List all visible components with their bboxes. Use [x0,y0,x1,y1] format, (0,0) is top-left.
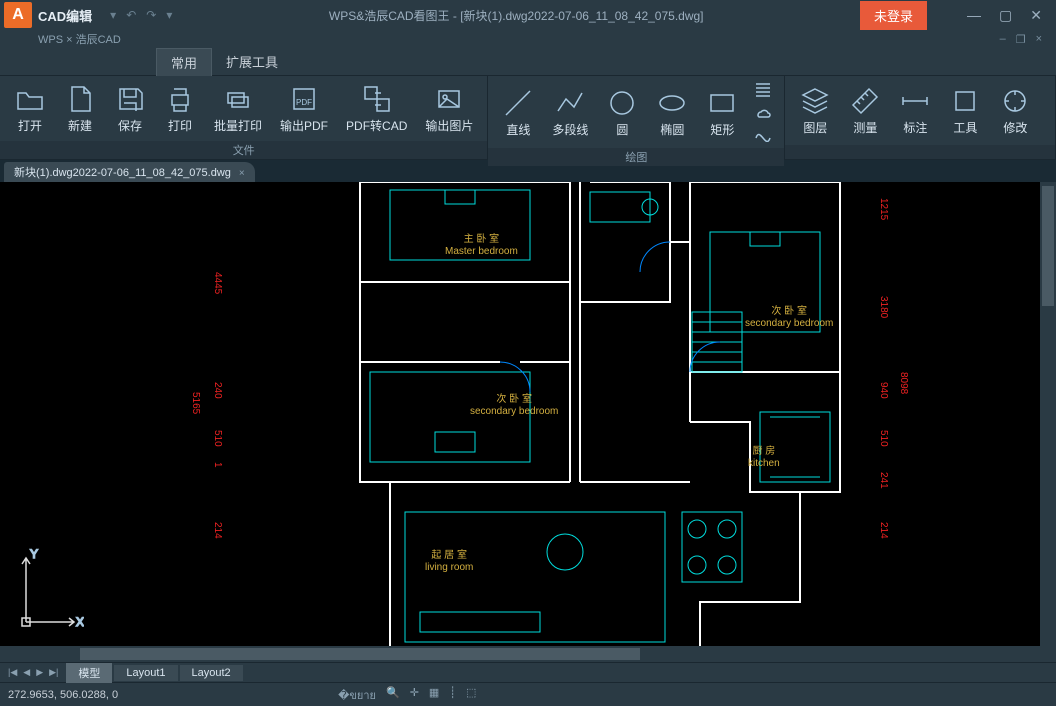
document-tab-close-icon[interactable]: × [239,168,245,179]
subtitle-bar: WPS × 浩辰CAD – ❐ × [0,30,1056,48]
annotate-button[interactable]: 标注 [891,83,939,138]
batch-print-button[interactable]: 批量打印 [206,81,270,136]
title-bar: A CAD编辑 ▾ ↶ ↷ ▾ WPS&浩辰CAD看图王 - [新块(1).dw… [0,0,1056,30]
spline-icon[interactable] [754,124,772,142]
tab-extend[interactable]: 扩展工具 [212,48,292,75]
maximize-icon[interactable]: ▢ [999,7,1012,24]
svg-text:X: X [76,615,84,629]
status-grid-icon[interactable]: ▦ [429,686,439,704]
redo-icon[interactable]: ↷ [146,8,156,22]
child-restore-icon[interactable]: ❐ [1016,33,1026,46]
minimize-icon[interactable]: — [967,7,981,24]
save-button[interactable]: 保存 [106,81,154,136]
rectangle-button[interactable]: 矩形 [698,85,746,140]
status-pan-icon[interactable]: �ขยาย [338,686,376,704]
export-image-button[interactable]: 输出图片 [417,81,481,136]
layout-next-icon[interactable]: ▶ [36,667,43,678]
ribbon-group-draw-label: 绘图 [488,148,784,166]
export-pdf-button[interactable]: PDF输出PDF [272,81,336,136]
undo-icon[interactable]: ↶ [126,8,136,22]
new-button[interactable]: 新建 [56,81,104,136]
app-subtitle: WPS × 浩辰CAD [38,31,121,47]
app-name: CAD编辑 [38,6,92,25]
status-ortho-icon[interactable]: ⬚ [466,686,476,704]
layout-tab-2[interactable]: Layout2 [180,665,243,681]
close-icon[interactable]: ✕ [1030,7,1042,24]
layout-tab-strip: |◀ ◀ ▶ ▶| 模型 Layout1 Layout2 [0,662,1056,682]
svg-text:PDF: PDF [296,98,312,107]
pdf-to-cad-button[interactable]: PDF转CAD [338,81,415,136]
status-snap-icon[interactable]: ✛ [410,686,419,704]
polyline-button[interactable]: 多段线 [544,85,596,140]
status-sep: ┊ [449,686,456,704]
layer-button[interactable]: 图层 [791,83,839,138]
tools-button[interactable]: 工具 [941,83,989,138]
app-logo-icon: A [4,2,32,28]
quick-access-toolbar: ▾ ↶ ↷ ▾ [110,8,172,22]
status-bar: 272.9653, 506.0288, 0 �ขยาย 🔍 ✛ ▦ ┊ ⬚ [0,682,1056,706]
layout-tab-1[interactable]: Layout1 [114,665,177,681]
hatch-icon[interactable] [754,82,772,100]
child-minimize-icon[interactable]: – [1000,33,1006,46]
ribbon-group-file-label: 文件 [0,141,487,159]
ucs-icon: X Y [14,544,84,634]
drawing-canvas[interactable]: 主 卧 室Master bedroom 次 卧 室secondary bedro… [0,182,1056,662]
svg-text:Y: Y [30,547,38,561]
ribbon: 打开 新建 保存 打印 批量打印 PDF输出PDF PDF转CAD 输出图片 文… [0,76,1056,160]
ribbon-tab-strip: 常用 扩展工具 [0,48,1056,76]
child-close-icon[interactable]: × [1036,33,1042,46]
horizontal-scrollbar[interactable] [0,646,1040,662]
modify-button[interactable]: 修改 [991,83,1039,138]
coordinates-readout: 272.9653, 506.0288, 0 [8,689,118,701]
document-tab[interactable]: 新块(1).dwg2022-07-06_11_08_42_075.dwg× [4,162,255,182]
layout-tab-model[interactable]: 模型 [66,663,112,683]
open-button[interactable]: 打开 [6,81,54,136]
layout-last-icon[interactable]: ▶| [49,667,58,678]
login-button[interactable]: 未登录 [860,1,927,30]
line-button[interactable]: 直线 [494,85,542,140]
circle-button[interactable]: 圆 [598,85,646,140]
status-zoom-icon[interactable]: 🔍 [386,686,400,704]
qat-dropdown-icon[interactable]: ▾ [110,8,116,22]
measure-button[interactable]: 测量 [841,83,889,138]
window-title: WPS&浩辰CAD看图王 - [新块(1).dwg2022-07-06_11_0… [172,7,860,24]
layout-prev-icon[interactable]: ◀ [23,667,30,678]
cloud-icon[interactable] [754,103,772,121]
vertical-scrollbar[interactable] [1040,182,1056,662]
floor-plan-drawing [350,182,930,652]
layout-first-icon[interactable]: |◀ [8,667,17,678]
tab-common[interactable]: 常用 [156,48,212,76]
ellipse-button[interactable]: 椭圆 [648,85,696,140]
print-button[interactable]: 打印 [156,81,204,136]
